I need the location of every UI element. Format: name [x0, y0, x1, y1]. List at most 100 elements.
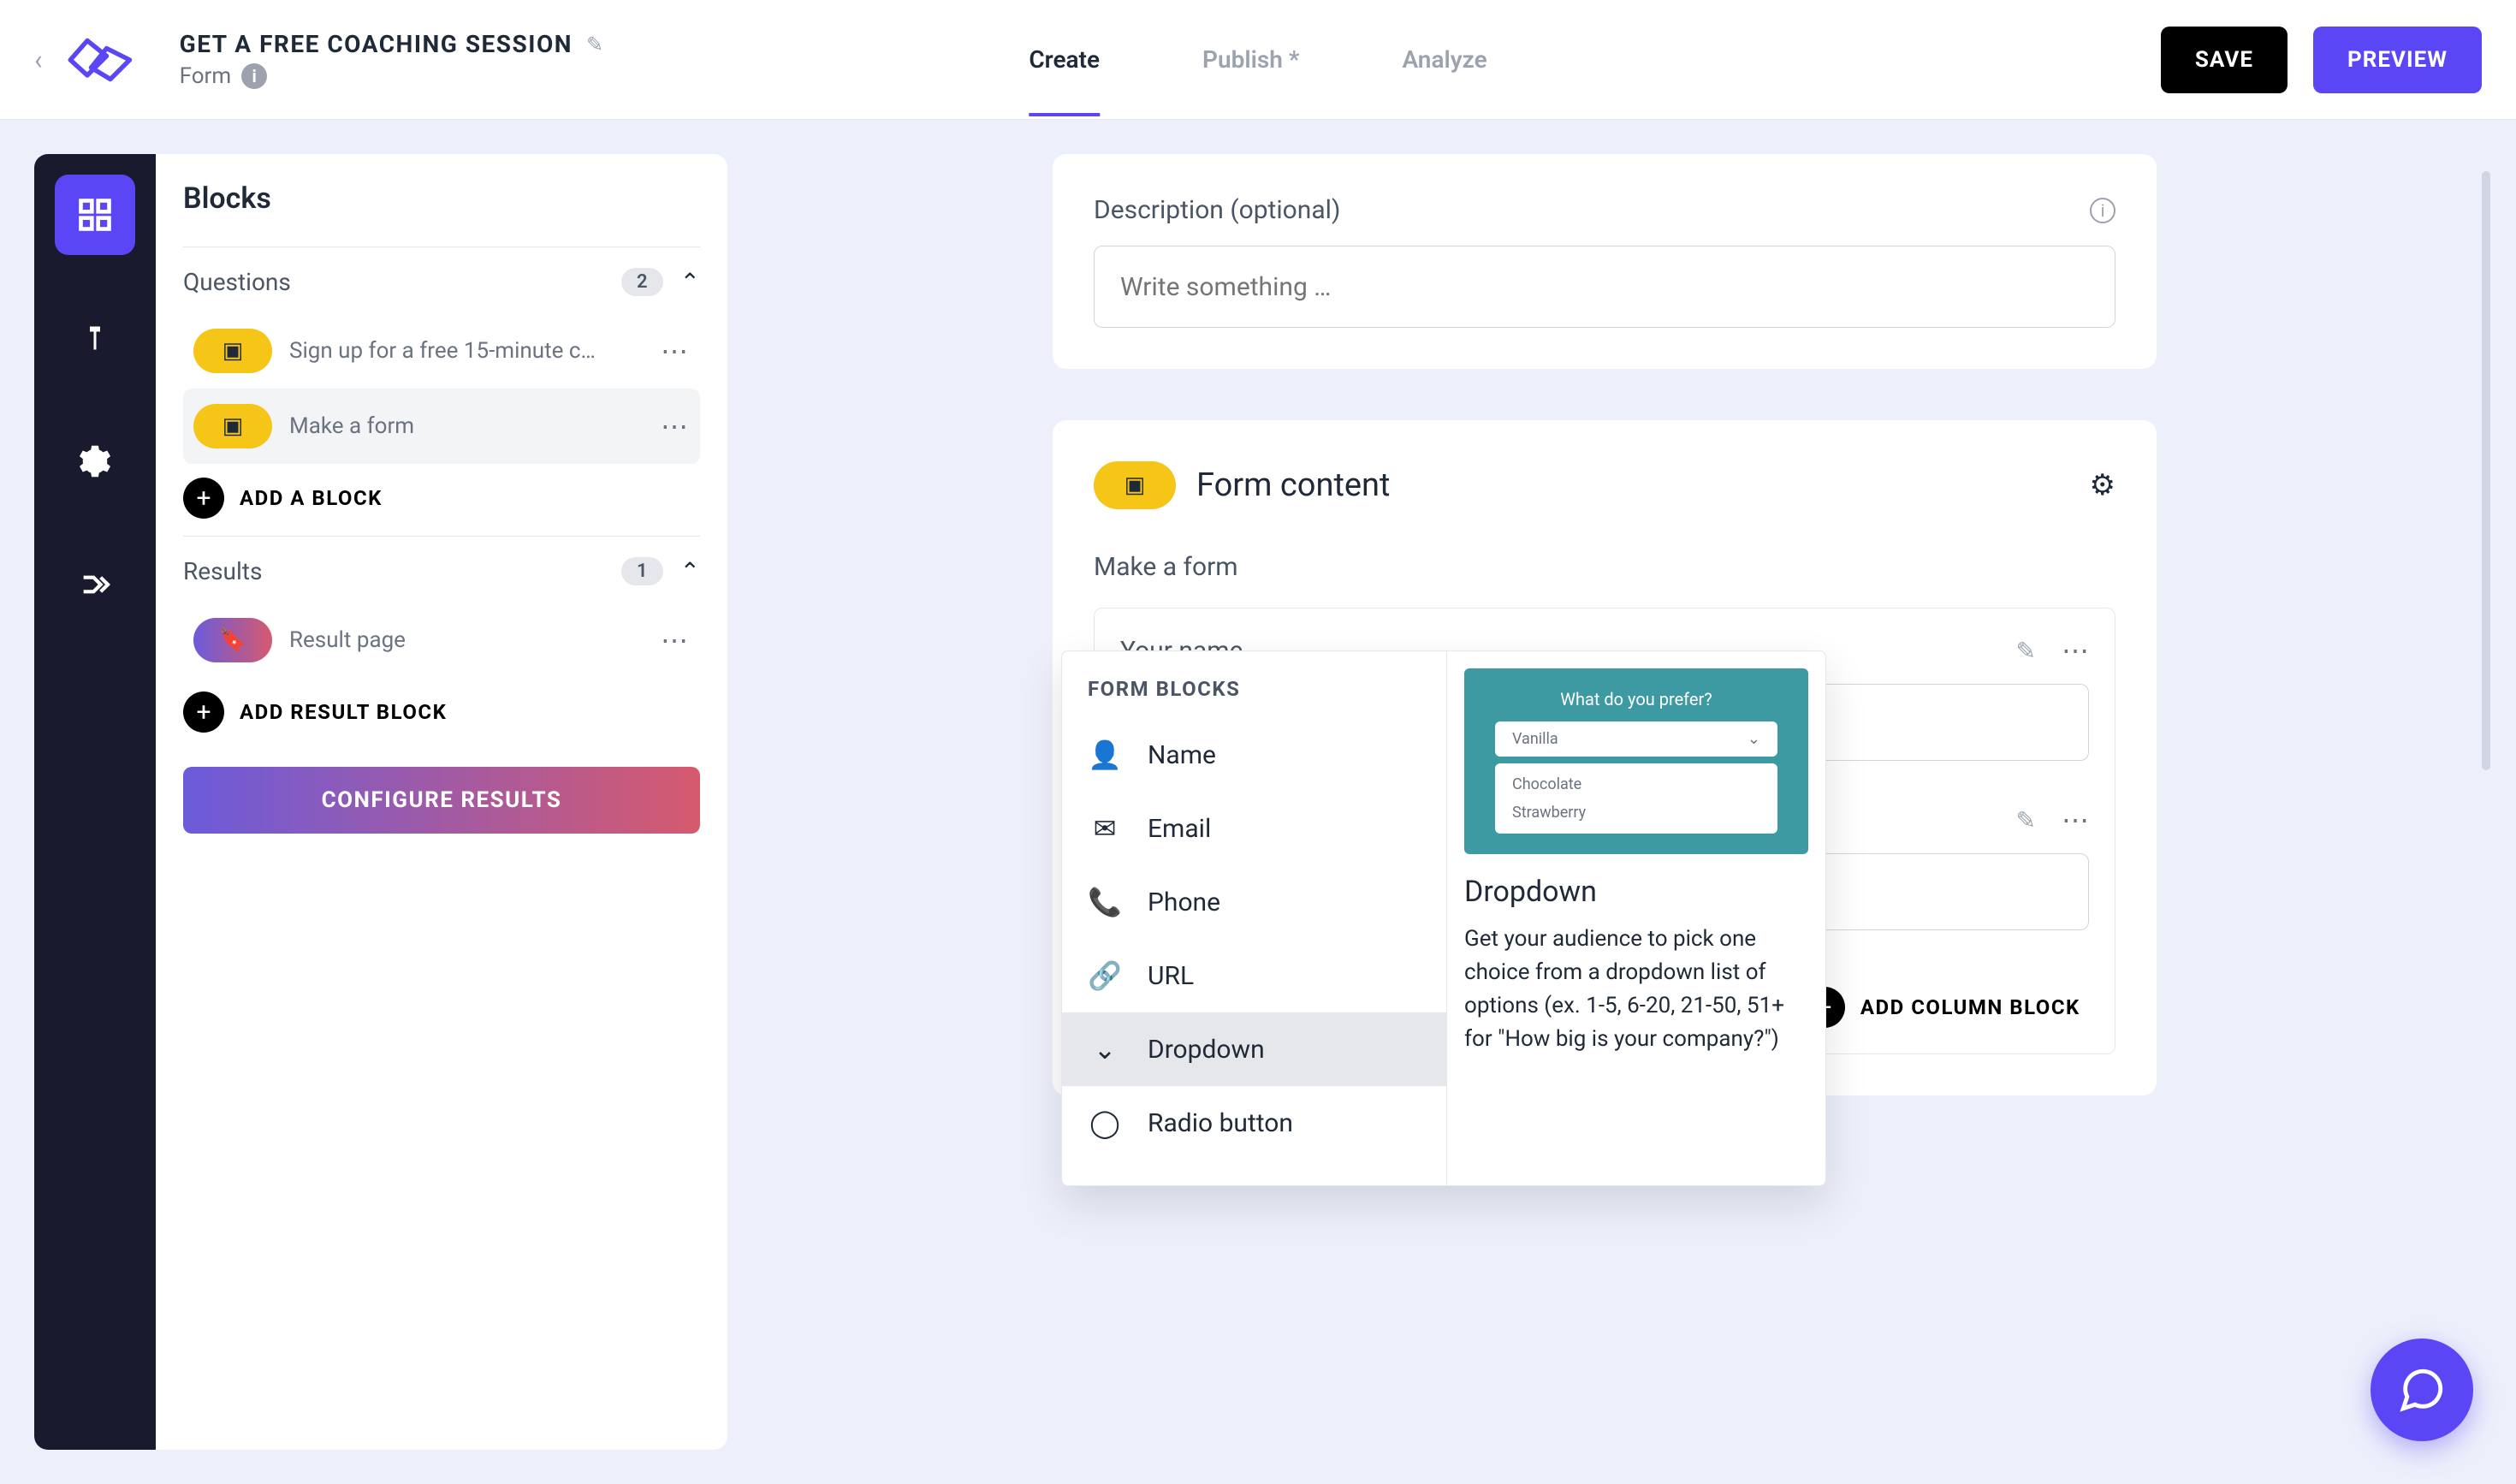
left-panel: Blocks Questions 2 ⌃ ▣ Sign up for a fre… — [34, 154, 727, 1450]
edit-pencil-icon[interactable]: ✎ — [2016, 637, 2036, 665]
tabs: Create Publish * Analyze — [1029, 3, 1486, 116]
rail-design-icon[interactable] — [55, 298, 135, 378]
top-actions: SAVE PREVIEW — [2161, 27, 2482, 93]
popover-item-label: Email — [1148, 814, 1211, 844]
chevron-up-icon: ⌃ — [680, 268, 700, 296]
result-pill-icon: 🔖 — [193, 618, 272, 662]
add-block-button[interactable]: + ADD A BLOCK — [183, 478, 383, 519]
chevron-down-icon: ⌄ — [1088, 1033, 1122, 1066]
help-chat-button[interactable] — [2371, 1339, 2473, 1441]
edit-pencil-icon[interactable]: ✎ — [2016, 806, 2036, 834]
preview-options: Chocolate Strawberry — [1495, 763, 1777, 834]
description-card: Description (optional) i — [1053, 154, 2157, 369]
result-label: Result page — [289, 627, 644, 653]
popover-heading: Dropdown — [1464, 875, 1808, 909]
edit-pencil-icon[interactable]: ✎ — [586, 33, 603, 56]
popover-item-label: Radio button — [1148, 1108, 1293, 1138]
save-button[interactable]: SAVE — [2161, 27, 2288, 93]
chevron-down-icon: ⌄ — [1748, 730, 1760, 748]
question-label: Sign up for a free 15-minute c… — [289, 338, 644, 364]
popover-item-label: Name — [1148, 740, 1216, 770]
questions-section: Questions 2 ⌃ ▣ Sign up for a free 15-mi… — [183, 246, 700, 519]
questions-header[interactable]: Questions 2 ⌃ — [183, 268, 700, 296]
popover-item-phone[interactable]: 📞 Phone — [1062, 865, 1446, 939]
result-item[interactable]: 🔖 Result page ⋯ — [183, 603, 700, 678]
results-section: Results 1 ⌃ 🔖 Result page ⋯ + ADD RESULT… — [183, 536, 700, 834]
radio-icon: ◯ — [1088, 1107, 1122, 1139]
rail-settings-icon[interactable] — [55, 421, 135, 502]
description-input[interactable] — [1094, 246, 2115, 328]
popover-preview: What do you prefer? Vanilla ⌄ Chocolate … — [1447, 651, 1825, 1185]
results-header[interactable]: Results 1 ⌃ — [183, 557, 700, 585]
popover-item-label: Phone — [1148, 887, 1220, 917]
blocks-panel: Blocks Questions 2 ⌃ ▣ Sign up for a fre… — [156, 154, 727, 1450]
popover-item-dropdown[interactable]: ⌄ Dropdown — [1062, 1012, 1446, 1086]
results-label: Results — [183, 557, 262, 585]
dropdown-preview: What do you prefer? Vanilla ⌄ Chocolate … — [1464, 668, 1808, 854]
more-icon[interactable]: ⋯ — [2062, 634, 2089, 667]
logo[interactable] — [60, 26, 145, 94]
rail-logic-icon[interactable] — [55, 544, 135, 625]
back-chevron-icon[interactable]: ‹ — [34, 44, 43, 76]
icon-rail — [34, 154, 156, 1450]
popover-item-name[interactable]: 👤 Name — [1062, 718, 1446, 792]
more-icon[interactable]: ⋯ — [661, 624, 690, 656]
popover-description: Get your audience to pick one choice fro… — [1464, 923, 1808, 1056]
preview-button[interactable]: PREVIEW — [2313, 27, 2482, 93]
popover-item-email[interactable]: ✉ Email — [1062, 792, 1446, 865]
popover-item-radio[interactable]: ◯ Radio button — [1062, 1086, 1446, 1160]
question-label: Make a form — [289, 413, 644, 439]
envelope-icon: ✉ — [1088, 812, 1122, 845]
info-icon[interactable]: i — [241, 63, 267, 89]
question-item[interactable]: ▣ Make a form ⋯ — [183, 389, 700, 464]
preview-option: Strawberry — [1495, 798, 1777, 827]
preview-question: What do you prefer? — [1495, 689, 1777, 709]
description-label: Description (optional) — [1094, 195, 1340, 225]
phone-icon: 📞 — [1088, 886, 1122, 918]
tab-create[interactable]: Create — [1029, 3, 1100, 116]
link-icon: 🔗 — [1088, 959, 1122, 992]
person-icon: 👤 — [1088, 739, 1122, 771]
popover-list: FORM BLOCKS 👤 Name ✉ Email 📞 Phone 🔗 URL… — [1062, 651, 1447, 1185]
make-form-label: Make a form — [1094, 552, 2115, 582]
info-icon[interactable]: i — [2090, 198, 2115, 223]
add-result-label: ADD RESULT BLOCK — [240, 700, 447, 724]
page-title: GET A FREE COACHING SESSION — [180, 30, 573, 58]
preview-option: Chocolate — [1495, 770, 1777, 798]
chevron-up-icon: ⌃ — [680, 557, 700, 585]
rail-blocks-icon[interactable] — [55, 175, 135, 255]
top-header: ‹ GET A FREE COACHING SESSION ✎ Form i C… — [0, 0, 2516, 120]
form-blocks-popover: FORM BLOCKS 👤 Name ✉ Email 📞 Phone 🔗 URL… — [1061, 650, 1826, 1186]
questions-label: Questions — [183, 268, 291, 296]
plus-icon: + — [183, 478, 224, 519]
plus-icon: + — [183, 692, 224, 733]
tab-analyze[interactable]: Analyze — [1402, 3, 1486, 116]
add-block-label: ADD A BLOCK — [240, 486, 383, 510]
more-icon[interactable]: ⋯ — [661, 410, 690, 442]
popover-title: FORM BLOCKS — [1062, 677, 1446, 718]
popover-item-label: URL — [1148, 961, 1194, 991]
question-item[interactable]: ▣ Sign up for a free 15-minute c… ⋯ — [183, 313, 700, 389]
preview-select: Vanilla ⌄ — [1495, 721, 1777, 757]
preview-selected: Vanilla — [1512, 730, 1558, 748]
add-column-block-label: ADD COLUMN BLOCK — [1860, 995, 2080, 1019]
gear-icon[interactable]: ⚙ — [2090, 468, 2115, 502]
blocks-title: Blocks — [183, 181, 700, 216]
configure-results-button[interactable]: CONFIGURE RESULTS — [183, 767, 700, 834]
form-pill-icon: ▣ — [1094, 461, 1176, 509]
questions-count: 2 — [621, 268, 663, 296]
title-area: GET A FREE COACHING SESSION ✎ Form i — [180, 30, 604, 89]
more-icon[interactable]: ⋯ — [661, 335, 690, 367]
results-count: 1 — [621, 557, 663, 585]
popover-item-label: Dropdown — [1148, 1035, 1265, 1065]
popover-item-url[interactable]: 🔗 URL — [1062, 939, 1446, 1012]
form-pill-icon: ▣ — [193, 404, 272, 448]
subtitle: Form — [180, 63, 232, 89]
add-result-button[interactable]: + ADD RESULT BLOCK — [183, 692, 447, 733]
add-column-block-button[interactable]: + ADD COLUMN BLOCK — [1804, 987, 2080, 1028]
form-pill-icon: ▣ — [193, 329, 272, 373]
scrollbar[interactable] — [2482, 171, 2490, 770]
more-icon[interactable]: ⋯ — [2062, 804, 2089, 836]
tab-publish[interactable]: Publish * — [1202, 3, 1299, 116]
form-content-title: Form content — [1196, 466, 1390, 504]
